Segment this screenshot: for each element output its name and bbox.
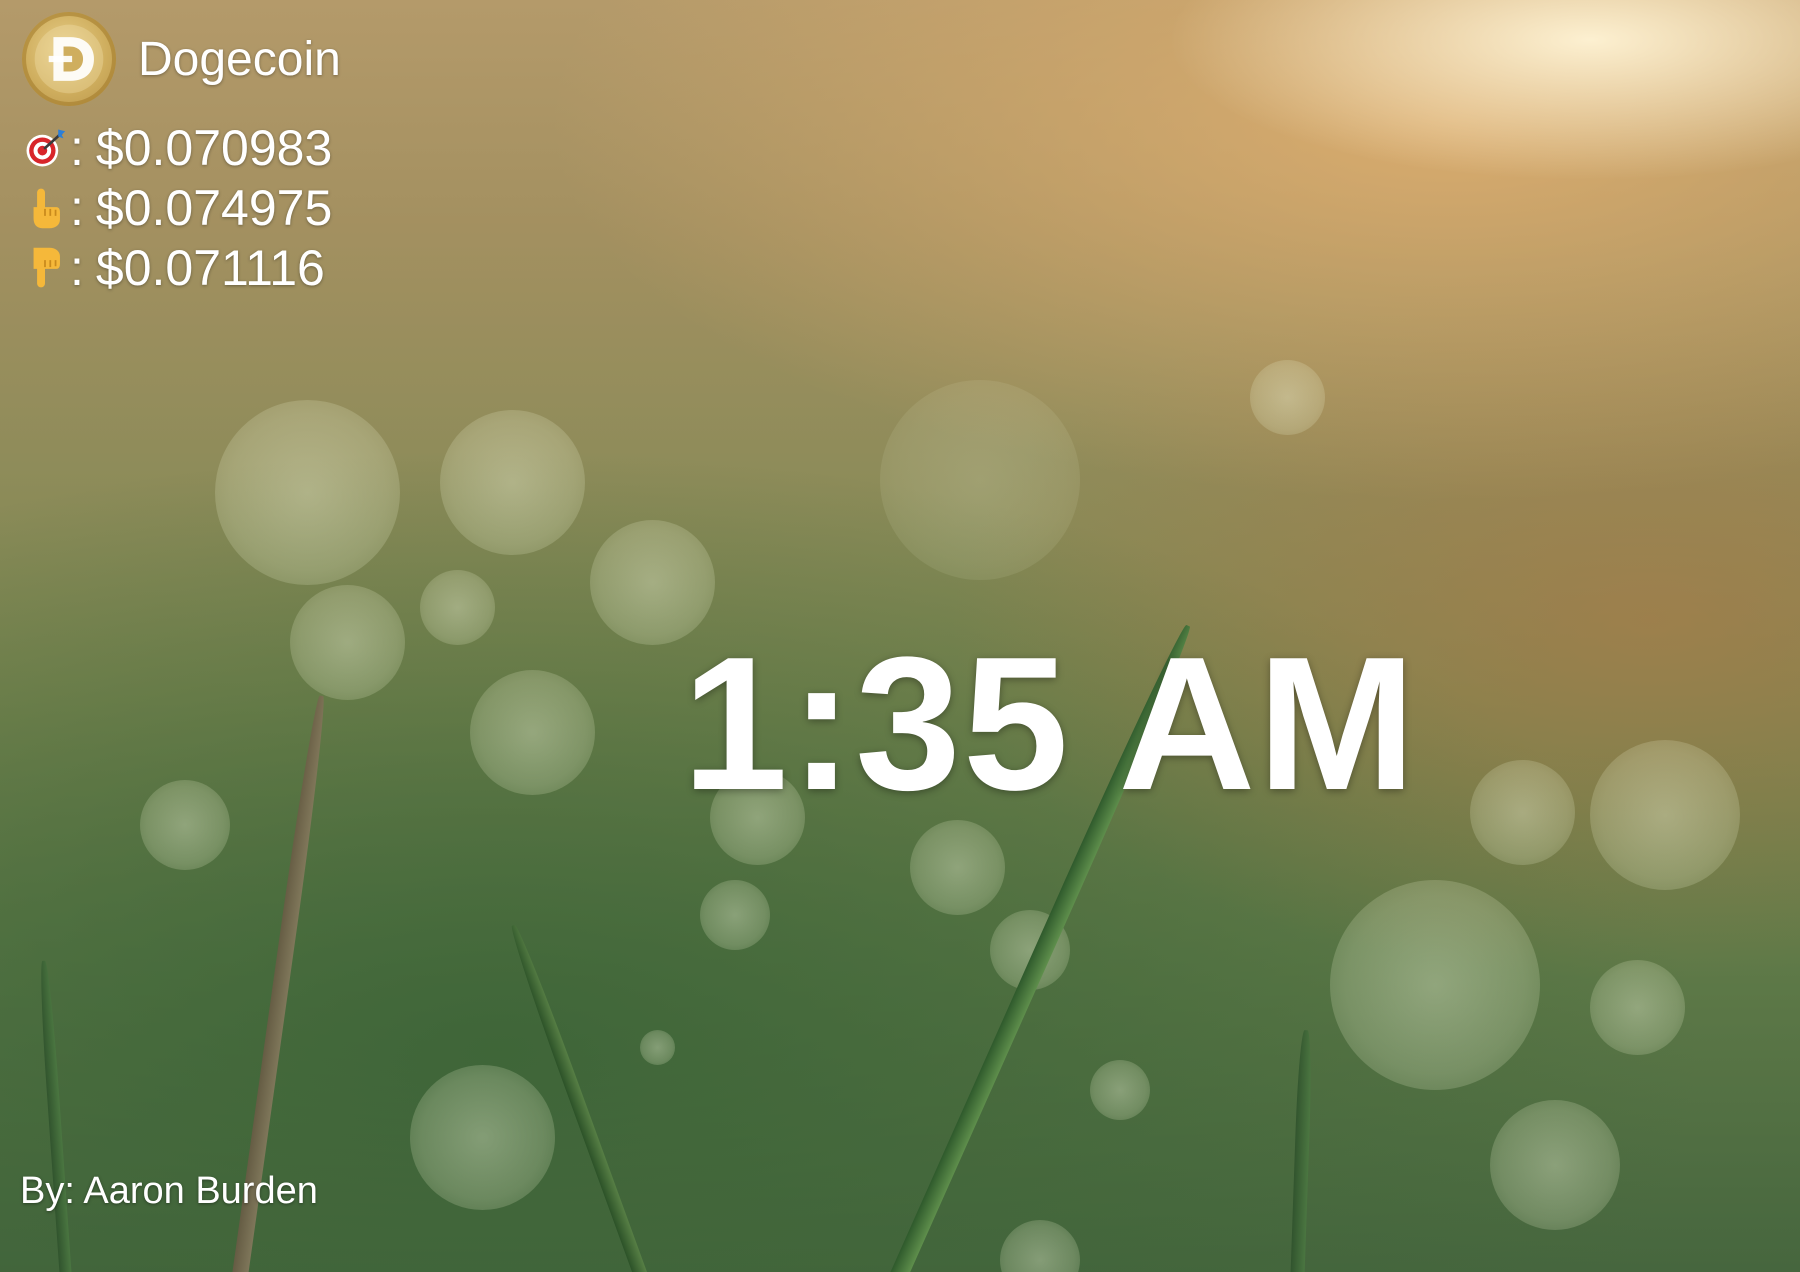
coin-name: Dogecoin (138, 32, 341, 86)
price-separator: : (70, 120, 84, 176)
price-row-low: : $0.071116 (20, 238, 332, 298)
target-price-value: $0.070983 (95, 120, 333, 176)
photo-credit: By: Aaron Burden (20, 1170, 318, 1212)
pointing-down-hand-icon (20, 243, 70, 293)
low-price-value: $0.071116 (95, 240, 325, 296)
dogecoin-logo-icon (22, 12, 116, 106)
pointing-up-hand-icon (20, 183, 70, 233)
price-row-high: : $0.074975 (20, 178, 332, 238)
clock-time: 1:35 AM (682, 618, 1418, 830)
price-separator: : (70, 180, 84, 236)
coin-header: Dogecoin (22, 12, 341, 106)
new-tab-dashboard: Dogecoin : $0.070983: $0.074975: $0.07… (0, 0, 1800, 1272)
target-dart-icon (20, 123, 70, 173)
price-row-target: : $0.070983 (20, 118, 332, 178)
price-separator: : (70, 240, 84, 296)
price-list: : $0.070983 : $0.074975 : $0.071116 (20, 118, 332, 298)
high-price-value: $0.074975 (95, 180, 333, 236)
